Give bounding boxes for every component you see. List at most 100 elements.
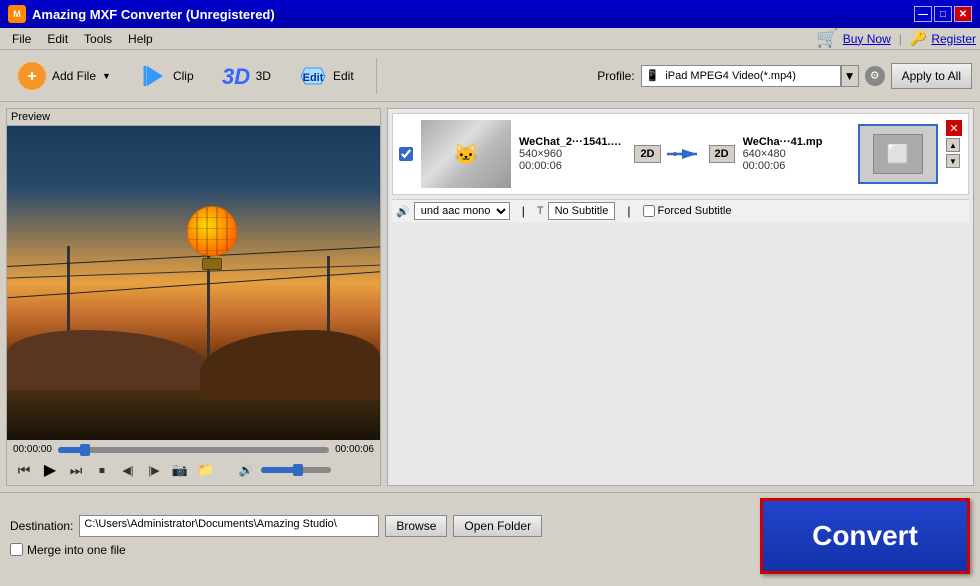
register-link[interactable]: Register [931,32,976,46]
toolbar-separator [376,58,377,94]
file-checkbox[interactable] [399,147,413,161]
source-filename: WeChat_2···1541.mp4 [519,136,626,148]
preview-video [7,126,380,440]
progress-thumb [80,444,90,456]
output-thumb-preview: ⬜ [873,134,923,174]
convert-arrow-icon [665,142,705,166]
source-resolution: 540×960 [519,148,626,160]
output-duration: 00:00:06 [743,160,850,172]
hot-air-balloon [187,206,237,266]
menu-edit[interactable]: Edit [39,30,76,48]
edit-button[interactable]: Edit Edit [289,56,362,96]
source-info: WeChat_2···1541.mp4 540×960 00:00:06 [519,136,626,172]
subtitle-button[interactable]: No Subtitle [548,202,616,220]
convert-button[interactable]: Convert [760,498,970,574]
time-total: 00:00:06 [335,444,374,455]
play-button[interactable]: ▶ [39,459,61,481]
stop-button[interactable]: ⏹ [91,459,113,481]
settings-icon[interactable]: ⚙ [865,66,885,86]
add-file-button[interactable]: + Add File ▼ [8,56,119,96]
3d-button[interactable]: 3D 3D [212,56,279,96]
convert-arrow-area: 2D 2D [634,142,734,166]
bottom-bar: Destination: C:\Users\Administrator\Docu… [0,492,980,578]
video-controls: 00:00:00 00:00:06 ⏮ ▶ ⏭ ⏹ ◀| |▶ 📷 📁 🔊 [7,440,380,485]
audio-subtitle-row: 🔊 und aac mono | T No Subtitle | Forced … [392,199,969,222]
output-2d-badge: 2D [709,145,735,163]
frame-back-button[interactable]: ◀| [117,459,139,481]
toolbar: + Add File ▼ Clip 3D 3D Edit Edit Profil… [0,50,980,102]
menu-file[interactable]: File [4,30,39,48]
volume-thumb [293,464,303,476]
snapshot-button[interactable]: 📷 [169,459,191,481]
output-info: WeCha···41.mp 640×480 00:00:06 [743,136,850,172]
merge-checkbox[interactable] [10,543,23,556]
edit-icon: Edit [297,60,329,92]
forced-subtitle-label: Forced Subtitle [658,205,732,217]
menu-tools[interactable]: Tools [76,30,120,48]
open-folder-button[interactable]: Open Folder [453,515,542,537]
forced-subtitle-checkbox[interactable] [643,205,655,217]
maximize-button[interactable]: □ [934,6,952,22]
profile-area: Profile: 📱 iPad MPEG4 Video(*.mp4) ▼ ⚙ A… [597,63,972,89]
audio-track-select[interactable]: und aac mono [414,202,510,220]
scroll-up-button[interactable]: ▲ [946,138,960,152]
cat-image: 🐱 [421,120,511,188]
source-thumbnail: 🐱 [421,120,511,188]
3d-icon: 3D [220,60,252,92]
add-file-icon: + [16,60,48,92]
menu-help[interactable]: Help [120,30,161,48]
profile-select[interactable]: 📱 iPad MPEG4 Video(*.mp4) [641,65,841,87]
browse-button[interactable]: Browse [385,515,447,537]
time-current: 00:00:00 [13,444,52,455]
menu-bar: File Edit Tools Help 🛒 Buy Now | 🔑 Regis… [0,28,980,50]
close-button[interactable]: ✕ [954,6,972,22]
progress-bar[interactable] [58,447,329,453]
file-list-panel: 🐱 WeChat_2···1541.mp4 540×960 00:00:06 2… [387,108,974,486]
go-end-button[interactable]: ⏭ [65,459,87,481]
go-start-button[interactable]: ⏮ [13,459,35,481]
item-scroll-controls: ✕ ▲ ▼ [946,120,962,168]
add-file-label: Add File [52,69,96,83]
apply-all-button[interactable]: Apply to All [891,63,972,89]
source-2d-badge: 2D [634,145,660,163]
source-duration: 00:00:06 [519,160,626,172]
frame-fwd-button[interactable]: |▶ [143,459,165,481]
output-resolution: 640×480 [743,148,850,160]
clip-label: Clip [173,69,194,83]
forced-sub-separator: | [627,204,630,218]
add-file-dropdown-icon[interactable]: ▼ [102,71,111,81]
profile-label: Profile: [597,69,634,83]
svg-text:Edit: Edit [303,72,324,84]
forced-subtitle-area: Forced Subtitle [643,205,732,217]
hill-2 [200,330,380,400]
preview-label: Preview [7,109,380,126]
destination-label: Destination: [10,519,73,533]
clip-button[interactable]: Clip [129,56,202,96]
window-title: Amazing MXF Converter (Unregistered) [32,7,275,22]
svg-text:3D: 3D [222,64,250,89]
powerline-2 [7,264,380,278]
buy-now-link[interactable]: Buy Now [843,32,891,46]
app-icon: M [8,5,26,23]
output-filename: WeCha···41.mp [743,136,850,148]
main-content: Preview [0,102,980,492]
minimize-button[interactable]: — [914,6,932,22]
preview-panel: Preview [6,108,381,486]
volume-button[interactable]: 🔊 [235,459,257,481]
volume-slider[interactable] [261,467,331,473]
profile-dropdown-button[interactable]: ▼ [841,65,859,87]
hill-1 [7,330,207,390]
scroll-down-button[interactable]: ▼ [946,154,960,168]
title-bar: M Amazing MXF Converter (Unregistered) —… [0,0,980,28]
merge-label: Merge into one file [27,543,126,557]
subtitle-icon: T [537,205,544,217]
audio-icon: 🔊 [396,205,410,218]
open-folder-button[interactable]: 📁 [195,459,217,481]
edit-label: Edit [333,69,354,83]
profile-value: iPad MPEG4 Video(*.mp4) [665,70,796,82]
output-thumbnail-box: ⬜ [858,124,938,184]
clip-icon [137,60,169,92]
remove-file-button[interactable]: ✕ [946,120,962,136]
3d-label: 3D [256,69,271,83]
subtitle-separator: | [522,204,525,218]
